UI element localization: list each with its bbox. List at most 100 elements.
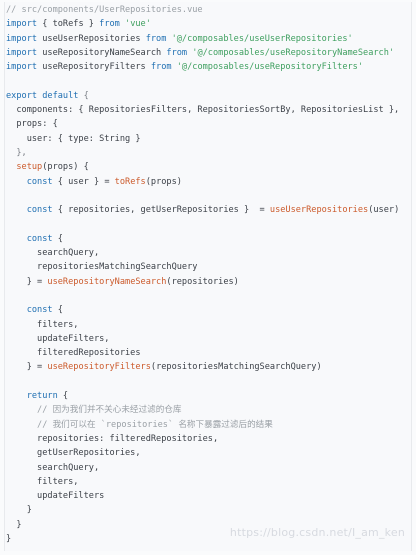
code-token: const	[26, 305, 53, 316]
code-token: const	[26, 176, 53, 187]
code-token: const	[26, 205, 53, 216]
code-line: updateFilters,	[5, 332, 411, 346]
code-token: }	[6, 519, 22, 530]
code-token: '@/composables/useRepositoryFilters'	[171, 62, 364, 73]
code-token: {	[52, 305, 63, 316]
code-line: // 因为我们并不关心未经过滤的仓库	[5, 403, 411, 417]
code-line: } = useRepositoryFilters(repositoriesMat…	[5, 360, 411, 374]
code-token: { user } =	[52, 176, 115, 187]
code-token: useRepositoryFilters	[47, 362, 151, 373]
code-line: updateFilters	[5, 489, 411, 503]
code-token: filteredRepositories	[6, 348, 141, 359]
code-line: // 我们可以在 `repositories` 名称下暴露过滤后的结果	[5, 418, 411, 432]
code-line: const { repositories, getUserRepositorie…	[5, 203, 411, 217]
code-line: user: { type: String }	[5, 132, 411, 146]
code-token: from	[99, 19, 120, 30]
code-token: useRepositoryNameSearch	[37, 47, 167, 58]
code-token: repositoriesMatchingSearchQuery	[6, 262, 198, 273]
code-token: updateFilters	[6, 491, 105, 502]
code-line: searchQuery,	[5, 246, 411, 260]
code-token: '@/composables/useUserRepositories'	[166, 33, 353, 44]
code-token: // 我们可以在 `repositories` 名称下暴露过滤后的结果	[6, 419, 273, 430]
code-token: '@/composables/useRepositoryNameSearch'	[187, 47, 395, 58]
code-token: useUserRepositories	[37, 33, 146, 44]
code-line: // src/components/UserRepositories.vue	[5, 3, 411, 17]
code-line: }	[5, 503, 411, 517]
code-token: useRepositoryFilters	[37, 62, 151, 73]
code-token: useUserRepositories	[269, 205, 369, 216]
code-line: },	[5, 146, 411, 160]
code-token: from	[150, 62, 172, 73]
code-token: props: {	[6, 119, 58, 130]
code-token: from	[145, 33, 167, 44]
code-token: import	[6, 33, 38, 44]
code-token: repositories: filteredRepositories,	[6, 433, 219, 444]
code-token: searchQuery,	[6, 462, 100, 473]
code-token: searchQuery,	[6, 248, 100, 259]
code-token: (repositories)	[166, 276, 239, 287]
code-token: filters,	[6, 476, 79, 487]
code-line: setup(props) {	[5, 160, 411, 174]
code-editor[interactable]: // src/components/UserRepositories.vue im…	[4, 2, 412, 551]
code-line: getUserRepositories,	[5, 446, 411, 460]
code-token: }	[6, 505, 32, 516]
code-token: } =	[6, 362, 48, 373]
code-token: // src/components/UserRepositories.vue	[6, 5, 203, 15]
code-token: export default	[6, 90, 79, 101]
code-line: } = useRepositoryNameSearch(repositories…	[5, 275, 411, 289]
code-line: filters,	[5, 318, 411, 332]
code-line: components: { RepositoriesFilters, Repos…	[5, 103, 411, 117]
code-token: { repositories, getUserRepositories } =	[52, 205, 270, 216]
code-token: { toRefs }	[37, 19, 100, 30]
code-token: (props)	[145, 176, 182, 187]
code-token: import	[6, 19, 38, 30]
code-line: import useRepositoryNameSearch from '@/c…	[5, 46, 411, 60]
code-token: {	[52, 233, 63, 244]
watermark-text: https://blog.csdn.net/I_am_ken	[229, 526, 405, 539]
code-token: components: { RepositoriesFilters, Repos…	[6, 105, 400, 116]
code-token: {	[78, 90, 89, 101]
code-token: (props) {	[42, 162, 89, 173]
code-line: repositoriesMatchingSearchQuery	[5, 260, 411, 274]
code-token: from	[166, 47, 188, 58]
code-line: const {	[5, 303, 411, 317]
code-line: searchQuery,	[5, 461, 411, 475]
code-token: 'vue'	[119, 19, 151, 30]
code-line: repositories: filteredRepositories,	[5, 432, 411, 446]
code-line: props: {	[5, 117, 411, 131]
code-token: useRepositoryNameSearch	[47, 276, 167, 287]
code-token: filters,	[6, 319, 79, 330]
code-token: return	[26, 391, 58, 402]
code-token: user: { type: String }	[6, 133, 141, 144]
code-token: toRefs	[114, 176, 146, 187]
code-line: const { user } = toRefs(props)	[5, 175, 411, 189]
code-token: }	[6, 533, 12, 544]
code-token: setup	[16, 162, 43, 173]
code-block[interactable]: // src/components/UserRepositories.vue im…	[5, 2, 411, 546]
code-token: const	[26, 233, 53, 244]
code-token: // 因为我们并不关心未经过滤的仓库	[6, 405, 182, 416]
code-token: updateFilters,	[6, 333, 110, 344]
code-line: return {	[5, 389, 411, 403]
code-line: filteredRepositories	[5, 346, 411, 360]
code-line: export default {	[5, 89, 411, 103]
code-token: import	[6, 47, 38, 58]
code-line: const {	[5, 232, 411, 246]
code-token: getUserRepositories,	[6, 448, 141, 459]
code-token: },	[6, 147, 27, 158]
code-line: import { toRefs } from 'vue'	[5, 17, 411, 31]
code-token: (user)	[368, 205, 400, 216]
code-line: filters,	[5, 475, 411, 489]
code-line: import useUserRepositories from '@/compo…	[5, 32, 411, 46]
code-token: {	[57, 391, 69, 402]
